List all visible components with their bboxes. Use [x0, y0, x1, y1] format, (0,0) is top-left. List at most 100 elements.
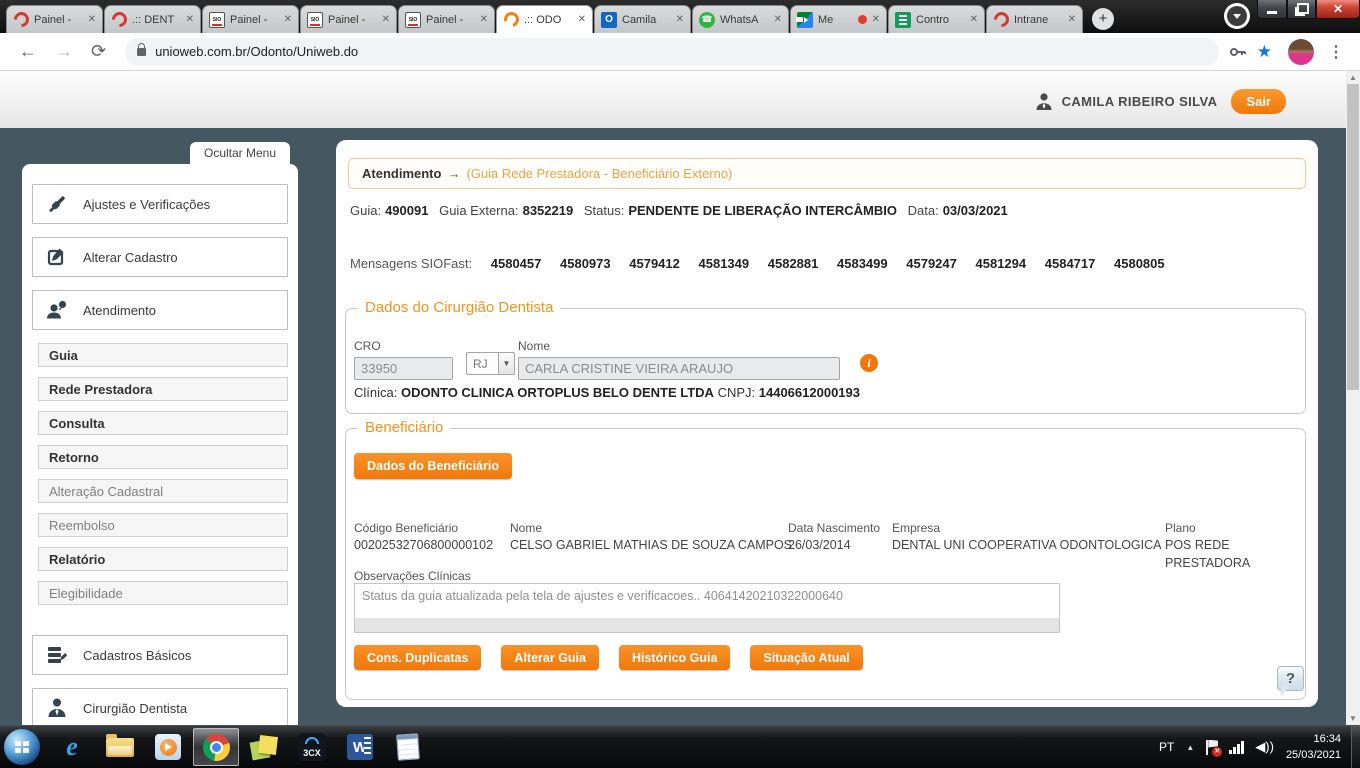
browser-tab-painel-3[interactable]: Painel - ✕: [300, 5, 397, 33]
siofast-number[interactable]: 4580973: [560, 256, 611, 271]
siofast-number[interactable]: 4580457: [491, 256, 542, 271]
volume-icon[interactable]: ◀)): [1255, 739, 1274, 755]
alterar-guia-button[interactable]: Alterar Guia: [501, 645, 599, 670]
sidebar-item-consulta[interactable]: Consulta: [38, 411, 288, 435]
start-button[interactable]: [4, 729, 40, 765]
siofast-number[interactable]: 4583499: [837, 256, 888, 271]
scroll-up-icon[interactable]: ▲: [1346, 71, 1360, 84]
siofast-number[interactable]: 4579247: [906, 256, 957, 271]
profile-avatar[interactable]: [1288, 38, 1314, 65]
sidebar-item-alterar-cadastro[interactable]: Alterar Cadastro: [32, 237, 288, 277]
help-button[interactable]: ?: [1277, 666, 1304, 696]
siofast-number[interactable]: 4584717: [1045, 256, 1096, 271]
taskbar-explorer-icon[interactable]: [97, 728, 143, 766]
taskbar-sticky-notes-icon[interactable]: [241, 728, 287, 766]
back-icon[interactable]: ←: [19, 41, 37, 62]
situacao-atual-button[interactable]: Situação Atual: [750, 645, 863, 670]
media-control-icon[interactable]: [1224, 3, 1250, 29]
clock[interactable]: 16:34 25/03/2021: [1286, 731, 1341, 764]
browser-tab-painel-4[interactable]: Painel - ✕: [398, 5, 495, 33]
browser-tab-outlook[interactable]: O Camila ✕: [594, 5, 691, 33]
tab-close-icon[interactable]: ✕: [85, 14, 96, 25]
browser-tab-painel-1[interactable]: Painel - ✕: [6, 5, 103, 33]
tray-expand-icon[interactable]: ▲: [1186, 743, 1194, 752]
browser-tab-sheets[interactable]: Contro ✕: [888, 5, 985, 33]
browser-tab-meet[interactable]: Me ✕: [790, 5, 887, 33]
dados-beneficiario-button[interactable]: Dados do Beneficiário: [354, 453, 512, 479]
language-indicator[interactable]: PT: [1159, 740, 1174, 754]
sheets-favicon: [895, 11, 911, 28]
browser-tab-painel-2[interactable]: Painel - ✕: [202, 5, 299, 33]
scrollbar-thumb[interactable]: [1347, 84, 1359, 390]
reload-icon[interactable]: ⟳: [91, 41, 106, 62]
sidebar-item-retorno[interactable]: Retorno: [38, 445, 288, 469]
tab-close-icon[interactable]: ✕: [673, 14, 684, 25]
taskbar-word-icon[interactable]: W: [337, 728, 383, 766]
address-bar[interactable]: unioweb.com.br/Odonto/Uniweb.do: [125, 37, 1219, 66]
dentist-icon: [48, 698, 66, 717]
siofast-number[interactable]: 4580805: [1114, 256, 1165, 271]
scroll-down-icon[interactable]: ▼: [1346, 712, 1360, 725]
records-icon: [48, 647, 68, 663]
sidebar-item-atendimento[interactable]: Atendimento: [32, 290, 288, 330]
logout-button[interactable]: Sair: [1231, 89, 1286, 114]
info-icon[interactable]: i: [860, 354, 878, 372]
cons-duplicatas-button[interactable]: Cons. Duplicatas: [354, 645, 482, 670]
taskbar-chrome-icon-active[interactable]: [193, 728, 239, 766]
window-close-button[interactable]: ✕: [1316, 0, 1360, 19]
password-key-icon[interactable]: [1229, 44, 1249, 60]
dentist-name-field: Nome CARLA CRISTINE VIEIRA ARAUJO: [518, 337, 840, 380]
sidebar-item-guia[interactable]: Guia: [38, 343, 288, 367]
sidebar-item-relatorio[interactable]: Relatório: [38, 547, 288, 571]
tab-title: .:: ODO: [524, 13, 562, 26]
network-signal-icon[interactable]: [1229, 740, 1245, 754]
sidebar-item-ajustes[interactable]: Ajustes e Verificações: [32, 184, 288, 224]
browser-tab-dent[interactable]: .:: DENT ✕: [104, 5, 201, 33]
cro-input[interactable]: 33950: [354, 357, 453, 380]
chevron-down-icon[interactable]: ▼: [498, 352, 515, 375]
dentist-name-input[interactable]: CARLA CRISTINE VIEIRA ARAUJO: [518, 357, 840, 380]
menu-dots-icon[interactable]: ⋮: [1328, 42, 1344, 62]
sidebar-item-cadastros-basicos[interactable]: Cadastros Básicos: [32, 635, 288, 675]
tab-close-icon[interactable]: ✕: [281, 14, 292, 25]
new-tab-button[interactable]: +: [1092, 8, 1114, 30]
sidebar-item-rede-prestadora[interactable]: Rede Prestadora: [38, 377, 288, 401]
tab-close-icon[interactable]: ✕: [967, 14, 978, 25]
page-scrollbar[interactable]: ▲ ▼: [1346, 71, 1360, 725]
observacoes-textarea[interactable]: Status da guia atualizada pela tela de a…: [354, 583, 1060, 633]
uf-select[interactable]: RJ ▼: [466, 352, 515, 375]
show-desktop-button[interactable]: [1351, 725, 1360, 768]
url-text[interactable]: unioweb.com.br/Odonto/Uniweb.do: [155, 44, 358, 59]
taskbar-mediaplayer-icon[interactable]: [145, 728, 191, 766]
taskbar-ie-icon[interactable]: e: [49, 728, 95, 766]
sidebar-item-alteracao-cadastral[interactable]: Alteração Cadastral: [38, 479, 288, 503]
sidebar-item-reembolso[interactable]: Reembolso: [38, 513, 288, 537]
tab-close-icon[interactable]: ✕: [575, 14, 586, 25]
action-center-flag-icon[interactable]: ✕: [1206, 739, 1223, 757]
browser-tab-intranet[interactable]: Intrane ✕: [986, 5, 1083, 33]
siofast-number[interactable]: 4579412: [629, 256, 680, 271]
sidebar-item-elegibilidade[interactable]: Elegibilidade: [38, 581, 288, 605]
browser-tab-whatsapp[interactable]: ☎ WhatsA ✕: [692, 5, 789, 33]
browser-tab-odo-active[interactable]: .:: ODO ✕: [496, 5, 593, 33]
historico-guia-button[interactable]: Histórico Guia: [618, 645, 731, 670]
sidebar-item-cirurgiao-dentista[interactable]: Cirurgião Dentista: [32, 688, 288, 725]
bookmark-star-icon[interactable]: ★: [1257, 42, 1272, 62]
taskbar-notepad-icon[interactable]: [385, 728, 431, 766]
observacoes-scrollbar[interactable]: [355, 618, 1059, 632]
lock-icon[interactable]: [137, 42, 147, 56]
siofast-number[interactable]: 4582881: [768, 256, 819, 271]
tab-close-icon[interactable]: ✕: [477, 14, 488, 25]
tab-close-icon[interactable]: ✕: [183, 14, 194, 25]
forward-icon[interactable]: →: [55, 41, 73, 62]
siofast-number[interactable]: 4581349: [699, 256, 750, 271]
tab-close-icon[interactable]: ✕: [379, 14, 390, 25]
tab-close-icon[interactable]: ✕: [1065, 14, 1076, 25]
taskbar-3cx-icon[interactable]: 3CX: [289, 728, 335, 766]
siofast-number[interactable]: 4581294: [976, 256, 1027, 271]
window-minimize-button[interactable]: [1257, 0, 1287, 19]
window-restore-button[interactable]: [1287, 0, 1316, 19]
tab-close-icon[interactable]: ✕: [869, 14, 880, 25]
hide-menu-tab[interactable]: Ocultar Menu: [190, 142, 290, 165]
tab-close-icon[interactable]: ✕: [771, 14, 782, 25]
